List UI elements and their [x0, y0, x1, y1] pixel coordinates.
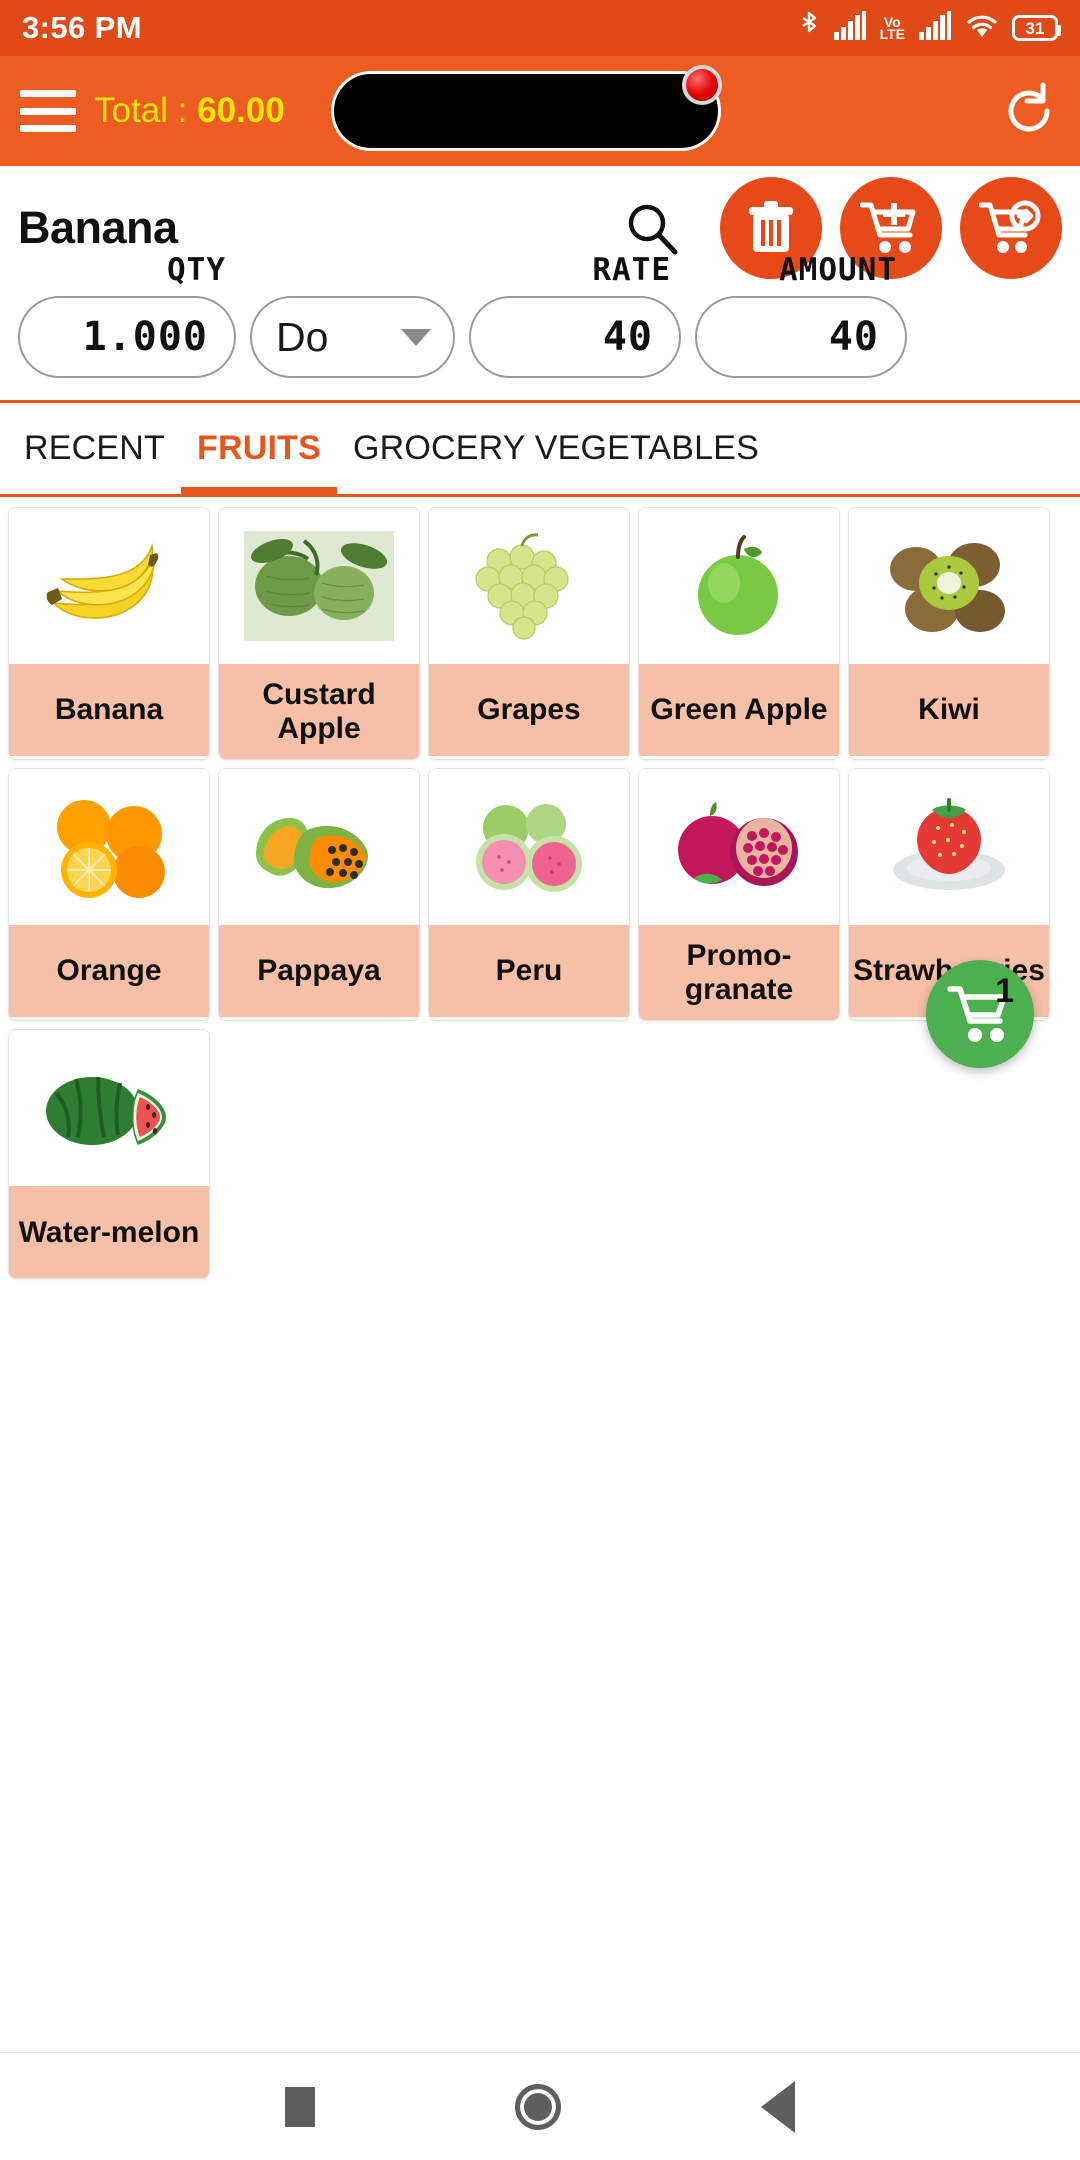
status-bar: 3:56 PM Vo LTE 31: [0, 0, 1080, 56]
tab-grocery-vegetables[interactable]: GROCERY VEGETABLES: [337, 403, 775, 494]
watermelon-image: [9, 1030, 209, 1187]
product-grid-wrapper: Banana Custard Apple Grapes Green Apple …: [0, 497, 1080, 1280]
battery-icon: 31: [1012, 15, 1061, 41]
product-name: Green Apple: [639, 664, 839, 756]
unit-field: Do: [250, 296, 455, 378]
trash-icon: [749, 201, 793, 252]
qty-field: QTY 1.000: [18, 252, 236, 378]
page-title: Banana: [18, 202, 178, 253]
record-indicator-icon: [681, 65, 722, 105]
barcode-search-input[interactable]: [330, 65, 722, 151]
back-triangle-icon[interactable]: [761, 2080, 795, 2133]
search-icon[interactable]: [620, 196, 684, 260]
product-card[interactable]: Custard Apple: [218, 507, 420, 761]
signal-icon: [918, 10, 952, 46]
product-name: Banana: [9, 664, 209, 756]
rate-input[interactable]: 40: [469, 296, 681, 378]
cart-badge-count: 1: [995, 972, 1014, 1010]
banana-image: [9, 508, 209, 664]
rate-value: 40: [602, 314, 653, 360]
app-bar: Total : 60.00: [0, 56, 1080, 166]
product-grid: Banana Custard Apple Grapes Green Apple …: [8, 507, 1072, 1280]
battery-level: 31: [1025, 18, 1045, 38]
pappaya-image: [219, 769, 419, 926]
product-name: Water-melon: [9, 1186, 209, 1279]
checkout-cart-button[interactable]: [960, 177, 1062, 279]
category-tabs: RECENT FRUITS GROCERY VEGETABLES: [0, 403, 1080, 497]
android-nav-bar: [0, 2052, 1080, 2160]
chevron-down-icon: [401, 328, 431, 346]
pomegranate-image: [639, 769, 839, 926]
status-icons: Vo LTE 31: [798, 10, 1061, 47]
amount-field: AMOUNT 40: [695, 252, 907, 378]
volte-bottom: LTE: [879, 26, 905, 42]
product-card[interactable]: Peru: [428, 768, 630, 1022]
product-name: Pappaya: [219, 925, 419, 1018]
product-name: Peru: [429, 925, 629, 1018]
tab-recent[interactable]: RECENT: [18, 403, 181, 494]
amount-value: 40: [828, 314, 879, 360]
orange-image: [9, 769, 209, 926]
product-name: Grapes: [429, 664, 629, 756]
product-card[interactable]: Banana: [8, 507, 210, 761]
signal-icon: [833, 10, 867, 46]
product-fields-row: QTY 1.000 Do RATE 40 AMOUNT 40: [18, 252, 1062, 400]
product-name: Kiwi: [849, 664, 1049, 756]
amount-label: AMOUNT: [779, 252, 897, 288]
product-card[interactable]: Water-melon: [8, 1029, 210, 1280]
qty-input[interactable]: 1.000: [18, 296, 236, 378]
strawberries-image: [849, 769, 1049, 926]
product-card[interactable]: Promo-granate: [638, 768, 840, 1022]
product-detail-panel: Banana QTY 1.000 Do RATE 40 AMOUNT 40: [0, 166, 1080, 403]
status-time: 3:56 PM: [22, 10, 142, 45]
refresh-icon[interactable]: [998, 80, 1060, 142]
recents-square-icon[interactable]: [285, 2086, 315, 2127]
rate-field: RATE 40: [469, 252, 681, 378]
product-card[interactable]: Grapes: [428, 507, 630, 761]
cart-plus-icon: [860, 202, 916, 253]
product-name: Custard Apple: [219, 664, 419, 760]
qty-label: QTY: [167, 252, 226, 288]
product-card[interactable]: Kiwi: [848, 507, 1050, 761]
kiwi-image: [849, 508, 1049, 664]
cart-fab-button[interactable]: 1: [926, 960, 1034, 1068]
cart-arrow-right-icon: [979, 200, 1041, 253]
product-card[interactable]: Green Apple: [638, 507, 840, 761]
volte-icon: Vo LTE: [879, 15, 905, 42]
grapes-image: [429, 508, 629, 664]
unit-value: Do: [276, 313, 329, 360]
bluetooth-icon: [798, 10, 820, 47]
product-card[interactable]: Pappaya: [218, 768, 420, 1022]
wifi-icon: [965, 12, 999, 45]
product-card[interactable]: Orange: [8, 768, 210, 1022]
product-name: Promo-granate: [639, 925, 839, 1021]
total-label-prefix: Total :: [94, 91, 198, 130]
home-circle-icon[interactable]: [515, 2083, 561, 2130]
green-apple-image: [639, 508, 839, 664]
custard-apple-image: [219, 508, 419, 664]
total-display: Total : 60.00: [94, 91, 285, 131]
peru-image: [429, 769, 629, 926]
product-name: Orange: [9, 925, 209, 1018]
rate-label: RATE: [592, 252, 671, 288]
tab-fruits[interactable]: FRUITS: [181, 403, 337, 494]
unit-dropdown[interactable]: Do: [250, 296, 455, 378]
qty-value: 1.000: [82, 314, 208, 360]
hamburger-menu-icon[interactable]: [20, 90, 76, 132]
amount-input[interactable]: 40: [695, 296, 907, 378]
total-amount: 60.00: [197, 91, 285, 130]
